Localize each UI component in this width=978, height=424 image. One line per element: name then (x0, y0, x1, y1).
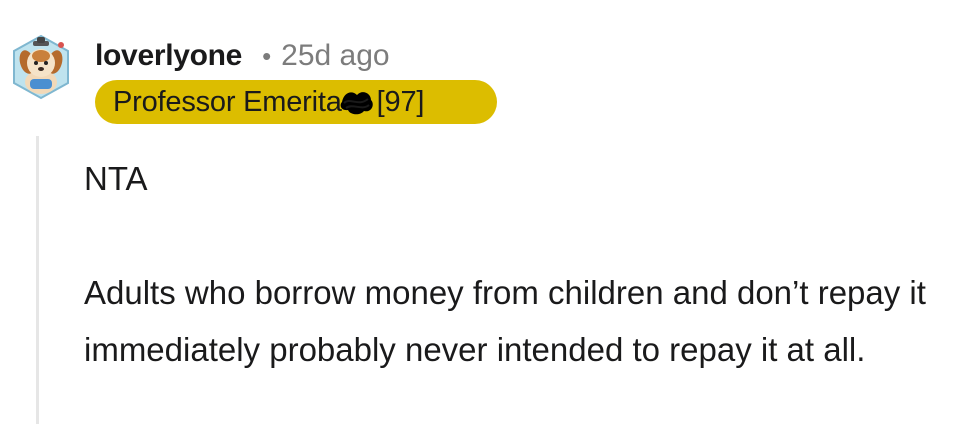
username-link[interactable]: loverlyone (95, 39, 242, 73)
cartoon-dog-avatar-icon (13, 34, 69, 100)
timestamp[interactable]: 25d ago (281, 39, 389, 73)
comment-paragraph: Adults who borrow money from children an… (84, 274, 926, 368)
separator-dot: • (262, 40, 272, 71)
comment-body: NTA Adults who borrow money from childre… (84, 150, 974, 378)
flair-text: Professor Emerita (113, 85, 342, 118)
flair-count: [97] (376, 85, 425, 118)
user-flair: Professor Emerita [97] (95, 80, 497, 124)
comment-header: loverlyone • 25d ago (95, 36, 390, 76)
comment-paragraph: NTA (84, 160, 148, 197)
redacted-scribble-icon (338, 87, 376, 117)
comment: loverlyone • 25d ago Professor Emerita [… (0, 0, 978, 424)
thread-line[interactable] (36, 136, 39, 424)
user-avatar-icon[interactable] (6, 32, 76, 102)
